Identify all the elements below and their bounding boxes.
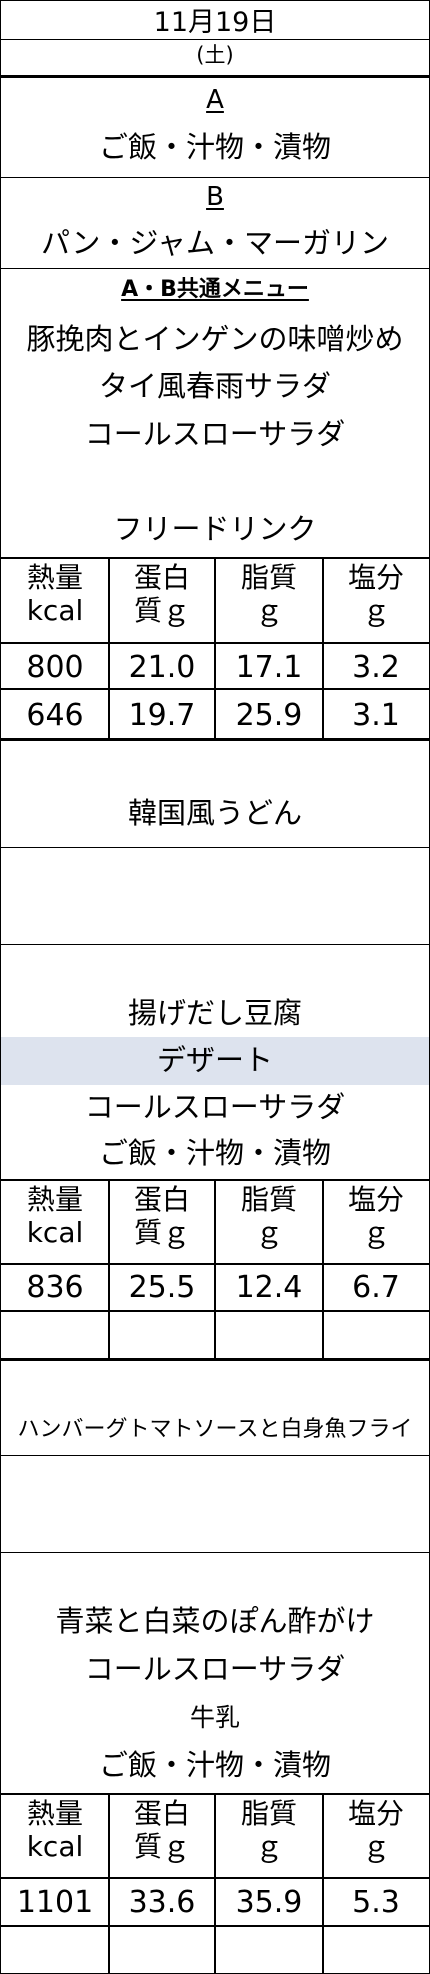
menu-sheet: 11月19日 (土) A ご飯・汁物・漬物 B パン・ジャム・マーガリン A・B… [0,0,430,1974]
set-b-label: B [206,182,224,212]
column-divider [322,1793,324,1973]
lunch-side: 揚げだし豆腐 [127,996,302,1030]
column-divider [322,557,324,739]
header-energy: 熱量 kcal [26,1183,84,1250]
header-salt: 塩分 ｇ [347,1183,404,1250]
dinner-staple: ご飯・汁物・漬物 [98,1748,331,1782]
header-fat: 脂質 ｇ [240,561,297,628]
breakfast-a-fat: 17.1 [235,650,303,685]
lunch-salt: 6.7 [352,1270,400,1305]
column-divider [108,557,110,739]
lunch-fat: 12.4 [235,1270,303,1305]
breakfast-drink: フリードリンク [113,512,317,546]
header-energy: 熱量 kcal [26,561,84,628]
column-divider [214,1179,216,1359]
divider [1,177,429,178]
lunch-dessert: デザート [156,1043,273,1077]
lunch-main: 韓国風うどん [127,796,302,830]
divider [1,847,429,848]
column-divider [322,1179,324,1359]
divider [1,39,429,40]
column-divider [214,557,216,739]
weekday-label: (土) [196,43,234,67]
breakfast-dish-2: タイ風春雨サラダ [98,369,331,403]
breakfast-b-fat: 25.9 [235,698,303,733]
breakfast-dish-3: コールスローサラダ [84,417,346,451]
header-fat: 脂質 ｇ [240,1797,297,1864]
column-divider [108,1179,110,1359]
lunch-salad: コールスローサラダ [84,1090,346,1124]
breakfast-b-salt: 3.1 [352,698,400,733]
divider [1,944,429,945]
dinner-energy: 1101 [16,1885,94,1920]
column-divider [214,1793,216,1973]
header-protein: 蛋白 質ｇ [133,561,190,628]
breakfast-a-energy: 800 [26,650,84,685]
header-energy: 熱量 kcal [26,1797,84,1864]
header-salt: 塩分 ｇ [347,561,404,628]
set-b-items: パン・ジャム・マーガリン [40,226,389,260]
breakfast-a-protein: 21.0 [128,650,196,685]
lunch-protein: 25.5 [128,1270,196,1305]
lunch-staple: ご飯・汁物・漬物 [98,1136,331,1170]
dinner-protein: 33.6 [128,1885,196,1920]
set-a-label: A [206,85,224,115]
set-a-items: ご飯・汁物・漬物 [98,130,331,164]
dinner-main: ハンバーグトマトソースと白身魚フライ [17,1417,413,1442]
divider [1,1455,429,1456]
column-divider [108,1793,110,1973]
header-protein: 蛋白 質ｇ [133,1183,190,1250]
breakfast-b-protein: 19.7 [128,698,196,733]
divider [1,268,429,269]
header-protein: 蛋白 質ｇ [133,1797,190,1864]
header-fat: 脂質 ｇ [240,1183,297,1250]
divider [1,1552,429,1553]
divider [1,75,429,78]
breakfast-b-energy: 646 [26,698,84,733]
dinner-fat: 35.9 [235,1885,303,1920]
dinner-side: 青菜と白菜のぽん酢がけ [55,1604,375,1638]
dinner-milk: 牛乳 [189,1703,240,1732]
dinner-salad: コールスローサラダ [84,1652,346,1686]
header-salt: 塩分 ｇ [347,1797,404,1864]
breakfast-dish-1: 豚挽肉とインゲンの味噌炒め [26,322,404,356]
lunch-energy: 836 [26,1270,84,1305]
date-label: 11月19日 [153,7,277,38]
breakfast-a-salt: 3.2 [352,650,400,685]
common-menu-label: A・B共通メニュー [121,277,309,302]
dinner-salt: 5.3 [352,1885,400,1920]
